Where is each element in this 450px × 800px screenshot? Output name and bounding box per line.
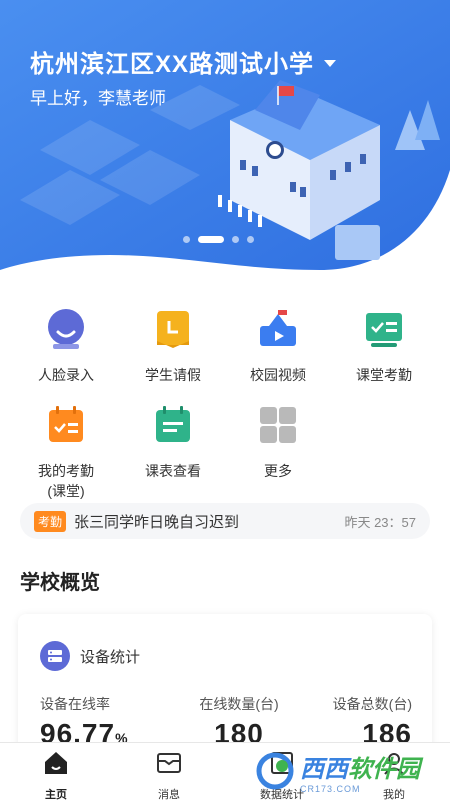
notice-text: 张三同学昨日晚自习迟到 — [74, 513, 240, 531]
face-icon — [48, 309, 84, 349]
menu-item-more[interactable]: 更多 — [222, 404, 334, 481]
watermark-icon — [256, 752, 294, 790]
stat-label: 设备在线率 — [40, 696, 110, 712]
watermark-text: 西西软件园 — [300, 755, 420, 783]
stat-label: 在线数量(台) — [199, 696, 279, 712]
notice-time: 昨天 23：57 — [344, 514, 416, 530]
carousel-dot-active[interactable] — [198, 236, 224, 243]
card-title: 设备统计 — [80, 648, 141, 666]
stat-label: 设备总数(台) — [332, 696, 412, 712]
menu-item-leave[interactable]: 学生请假 — [117, 308, 229, 385]
watermark-sub: CR173.COM — [300, 783, 361, 794]
my-attendance-icon — [49, 406, 83, 442]
more-grid-icon — [260, 407, 296, 443]
menu-item-label: 人脸录入 — [38, 367, 94, 383]
menu-item-schedule[interactable]: 课表查看 — [117, 404, 229, 481]
menu-item-label: 课堂考勤 — [356, 367, 412, 383]
school-selector[interactable]: 杭州滨江区XX路测试小学 — [30, 44, 337, 79]
caret-down-icon — [324, 60, 337, 67]
carousel-dot[interactable] — [247, 236, 254, 243]
carousel-dot[interactable] — [183, 236, 190, 243]
carousel-dot[interactable] — [232, 236, 239, 243]
notice-tag: 考勤 — [34, 510, 67, 532]
video-icon — [260, 310, 296, 346]
menu-item-label: 我的考勤 (课堂) — [38, 463, 94, 499]
menu-item-label: 学生请假 — [145, 367, 201, 383]
school-name: 杭州滨江区XX路测试小学 — [30, 51, 315, 78]
schedule-icon — [156, 406, 190, 442]
watermark-logo: 西西软件园 CR173.COM — [256, 748, 446, 794]
notice-bar[interactable]: 考勤 张三同学昨日晚自习迟到 昨天 23：57 — [20, 503, 430, 539]
greeting-text: 早上好，李慧老师 — [30, 89, 166, 108]
message-icon — [157, 753, 181, 773]
leave-icon — [157, 311, 189, 348]
menu-item-video[interactable]: 校园视频 — [222, 308, 334, 385]
menu-item-label: 课表查看 — [145, 463, 201, 479]
server-icon — [40, 641, 70, 671]
menu-item-label: 校园视频 — [250, 367, 306, 383]
menu-item-class-attendance[interactable]: 课堂考勤 — [328, 308, 440, 385]
home-icon — [45, 752, 67, 774]
tab-home[interactable]: 主页 — [16, 749, 96, 800]
class-attendance-icon — [366, 313, 402, 347]
tab-messages[interactable]: 消息 — [129, 749, 209, 800]
hero-banner[interactable]: 杭州滨江区XX路测试小学 早上好，李慧老师 — [0, 0, 450, 300]
section-title: 学校概览 — [20, 572, 100, 594]
menu-item-label: 更多 — [264, 463, 292, 479]
menu-item-face[interactable]: 人脸录入 — [10, 308, 122, 385]
carousel-indicator — [183, 236, 254, 243]
menu-item-my-attendance[interactable]: 我的考勤 (课堂) — [10, 404, 122, 501]
tab-label: 消息 — [158, 789, 180, 800]
tab-label: 主页 — [45, 789, 67, 800]
card-header: 设备统计 — [40, 641, 140, 671]
